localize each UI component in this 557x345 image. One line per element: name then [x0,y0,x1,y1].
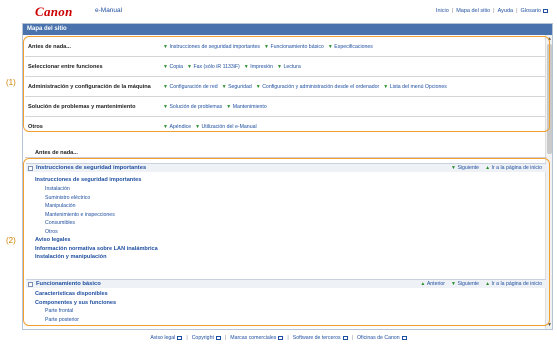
panel-title: Mapa del sitio [23,24,552,35]
footer: Aviso legal | Copyright | Marcas comerci… [0,331,557,345]
external-window-icon [177,335,183,340]
external-window-icon [278,335,284,340]
callout-label-2: (2) [6,236,16,245]
footer-link-copyright[interactable]: Copyright [192,335,221,341]
header: Canon e-Manual Inicio | Mapa del sitio |… [0,0,557,22]
product-name: e-Manual [95,7,123,14]
home-link[interactable]: Inicio [436,8,449,14]
canon-logo[interactable]: Canon [35,4,73,20]
footer-link-third-party[interactable]: Software de terceros [293,335,348,341]
external-window-icon [215,335,221,340]
callout-label-1: (1) [6,78,16,87]
help-link[interactable]: Ayuda [498,8,514,14]
glossary-link[interactable]: Glosario [521,8,541,14]
external-window-icon [543,8,548,13]
sitemap-link[interactable]: Mapa del sitio [456,8,490,14]
top-links: Inicio | Mapa del sitio | Ayuda | Glosar… [436,8,548,14]
footer-link-trademarks[interactable]: Marcas comerciales [230,335,284,341]
footer-link-offices[interactable]: Oficinas de Canon [357,335,407,341]
callout-highlight-1 [23,36,550,132]
external-window-icon [342,335,348,340]
external-window-icon [401,335,407,340]
section-heading: Antes de nada... [35,150,78,156]
callout-highlight-2 [23,158,550,326]
footer-link-legal[interactable]: Aviso legal [150,335,183,341]
